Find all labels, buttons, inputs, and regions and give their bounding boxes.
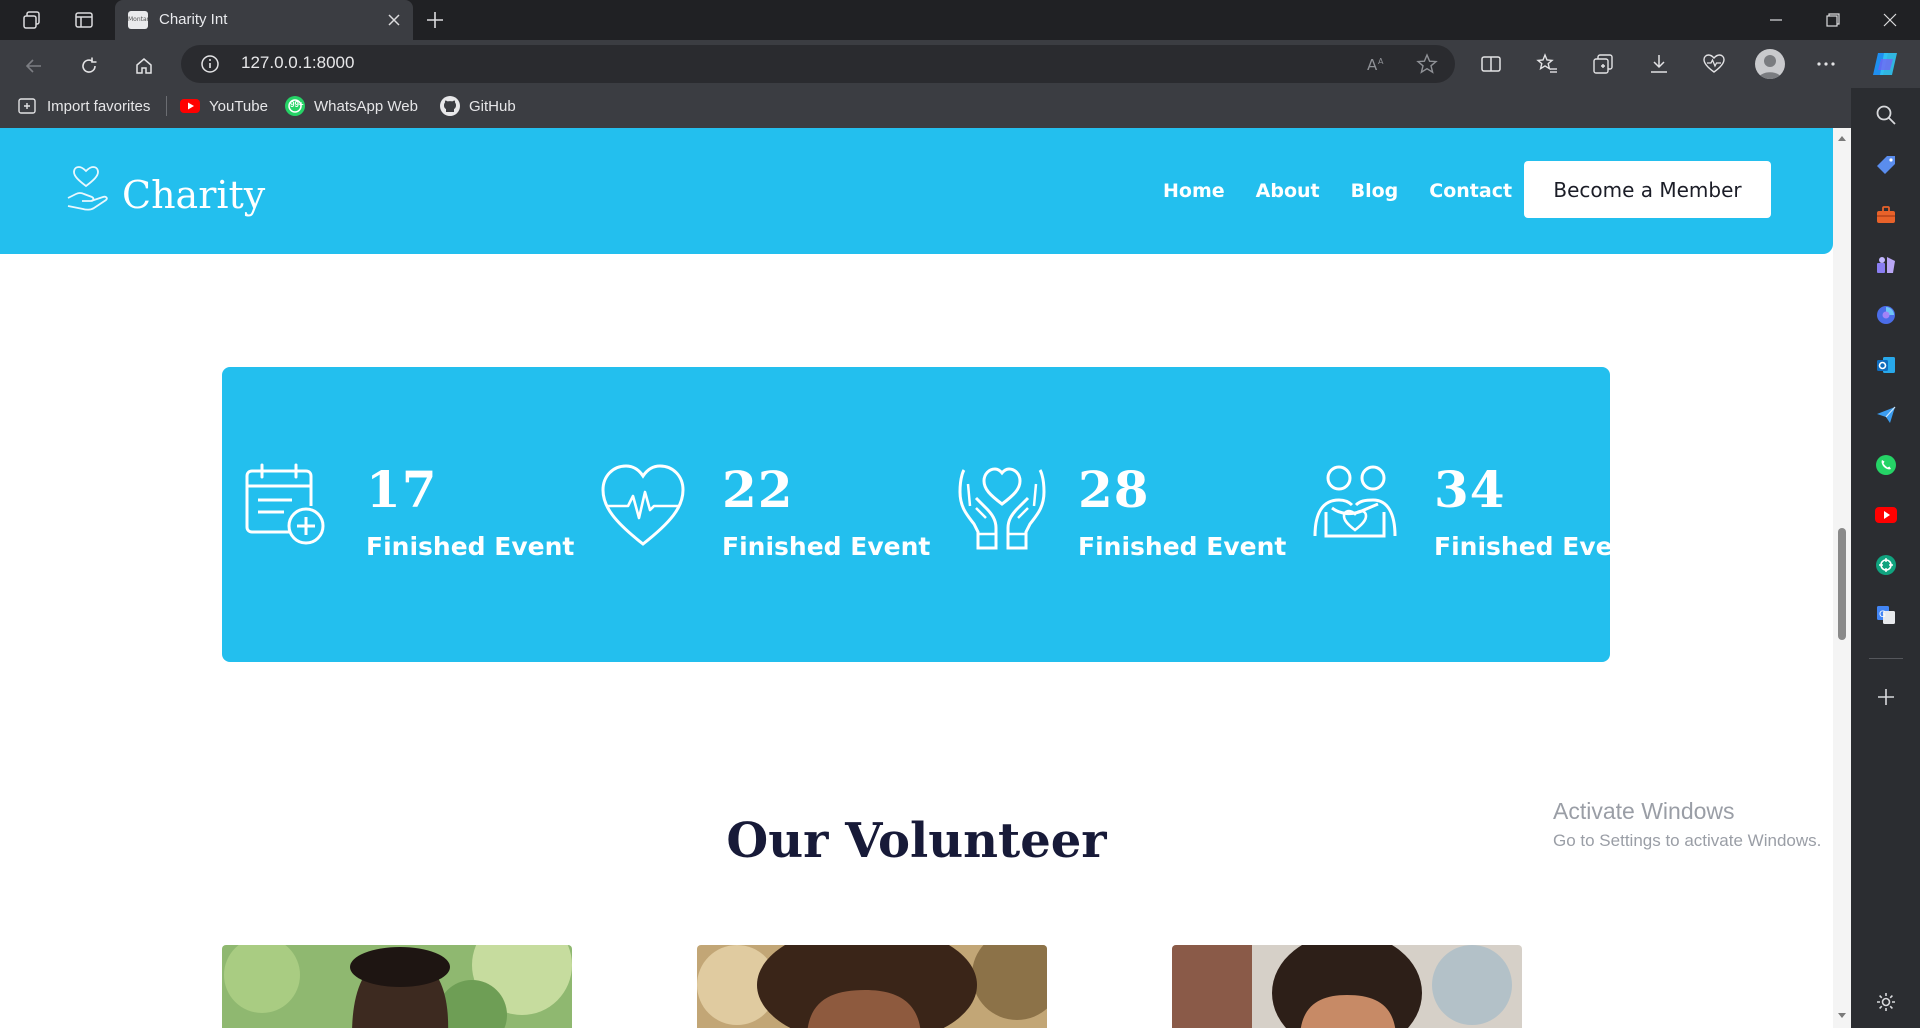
stat-value: 34 — [1434, 460, 1506, 519]
copilot-icon[interactable] — [1870, 50, 1900, 83]
page-scrollbar[interactable] — [1833, 128, 1851, 1028]
sidebar-divider — [1869, 658, 1903, 659]
people-heart-icon — [1313, 465, 1397, 538]
nav-about[interactable]: About — [1256, 180, 1320, 202]
translate-icon[interactable]: G — [1873, 602, 1899, 628]
whatsapp-icon: 99+ — [284, 95, 306, 117]
minimize-icon[interactable] — [1748, 0, 1804, 40]
games-icon[interactable] — [1873, 252, 1899, 278]
notification-badge: 99+ — [290, 100, 304, 109]
new-tab-icon[interactable] — [420, 6, 450, 34]
watermark-title: Activate Windows — [1553, 798, 1735, 824]
workspaces-icon[interactable] — [17, 6, 47, 34]
more-options-icon[interactable] — [1815, 53, 1837, 80]
bookmark-import-favorites[interactable]: Import favorites — [17, 95, 150, 117]
main-nav: Home About Blog Contact — [1163, 180, 1512, 202]
stat-value: 28 — [1078, 460, 1150, 519]
site-logo[interactable]: Charity — [66, 164, 265, 214]
our-volunteer-title: Our Volunteer — [726, 813, 1107, 869]
stat-label: Finished Event — [722, 532, 931, 561]
downloads-icon[interactable] — [1648, 53, 1670, 80]
stat-label: Finished Event — [1434, 532, 1643, 561]
volunteer-photo-3[interactable] — [1172, 945, 1522, 1028]
scrollbar-thumb[interactable] — [1838, 528, 1846, 640]
hand-heart-logo-icon — [67, 166, 108, 211]
svg-text:A: A — [1367, 56, 1378, 74]
back-icon[interactable] — [16, 48, 52, 84]
scroll-up-icon[interactable] — [1837, 134, 1847, 142]
shopping-tag-icon[interactable] — [1873, 152, 1899, 178]
split-screen-icon[interactable] — [1480, 53, 1502, 80]
site-info-icon[interactable] — [200, 54, 220, 79]
bookmark-github[interactable]: GitHub — [439, 95, 516, 117]
collections-icon[interactable] — [1592, 53, 1614, 80]
tab-charity-int[interactable]: Montana Charity Int — [115, 0, 413, 40]
youtube-sidebar-icon[interactable] — [1873, 502, 1899, 528]
bookmark-label: YouTube — [209, 97, 268, 115]
sidebar-settings-icon[interactable] — [1873, 989, 1899, 1015]
nav-home[interactable]: Home — [1163, 180, 1225, 202]
bookmark-divider — [166, 96, 167, 116]
stats-panel: 17 Finished Event 22 Finished Event 28 F… — [222, 367, 1642, 662]
tab-title: Charity Int — [159, 11, 228, 28]
send-icon[interactable] — [1873, 402, 1899, 428]
heart-pulse-icon — [601, 464, 685, 546]
stat-label: Finished Event — [366, 532, 575, 561]
chatgpt-icon[interactable] — [1873, 552, 1899, 578]
profile-avatar[interactable] — [1755, 49, 1785, 79]
tools-briefcase-icon[interactable] — [1873, 202, 1899, 228]
home-icon[interactable] — [126, 48, 162, 84]
stat-value: 17 — [366, 460, 438, 519]
restore-icon[interactable] — [1805, 0, 1861, 40]
stat-item: 22 Finished Event — [600, 460, 960, 572]
stat-item: 34 Finished Event — [1312, 460, 1672, 572]
close-window-icon[interactable] — [1862, 0, 1918, 40]
page-viewport: Charity Home About Blog Contact Become a… — [0, 128, 1833, 1028]
nav-blog[interactable]: Blog — [1351, 180, 1399, 202]
stat-label: Finished Event — [1078, 532, 1287, 561]
address-bar[interactable] — [181, 45, 1455, 83]
site-header: Charity Home About Blog Contact Become a… — [0, 128, 1833, 254]
reload-icon[interactable] — [71, 48, 107, 84]
search-icon[interactable] — [1873, 102, 1899, 128]
activate-windows-watermark: Activate Windows Go to Settings to activ… — [1553, 798, 1821, 851]
copilot-sidebar-icon[interactable] — [1873, 302, 1899, 328]
close-tab-icon[interactable] — [383, 9, 405, 31]
hands-heart-icon — [958, 467, 1046, 550]
youtube-icon — [180, 99, 200, 113]
bookmark-label: WhatsApp Web — [314, 97, 418, 115]
read-aloud-icon[interactable]: AA — [1366, 54, 1388, 79]
browser-sidebar: G — [1851, 88, 1920, 1028]
svg-text:G: G — [1879, 610, 1886, 620]
url-text[interactable]: 127.0.0.1:8000 — [241, 53, 354, 73]
volunteer-photo-1[interactable] — [222, 945, 572, 1028]
stat-item: 17 Finished Event — [244, 460, 604, 572]
bookmark-youtube[interactable]: YouTube — [179, 95, 268, 117]
nav-contact[interactable]: Contact — [1429, 180, 1512, 202]
logo-text: Charity — [122, 173, 266, 217]
browser-tab-bar: Montana Charity Int — [0, 0, 1920, 40]
add-favorite-icon[interactable] — [1416, 53, 1438, 80]
tab-actions-icon[interactable] — [69, 6, 99, 34]
favicon: Montana — [128, 11, 148, 29]
scroll-down-icon[interactable] — [1837, 1012, 1847, 1020]
become-member-button[interactable]: Become a Member — [1524, 161, 1771, 218]
whatsapp-sidebar-icon[interactable] — [1873, 452, 1899, 478]
watermark-subtitle: Go to Settings to activate Windows. — [1553, 831, 1822, 850]
outlook-icon[interactable] — [1873, 352, 1899, 378]
svg-text:A: A — [1378, 57, 1384, 66]
import-icon — [18, 98, 36, 114]
github-icon — [440, 96, 460, 116]
bookmark-whatsapp-web[interactable]: 99+ WhatsApp Web — [284, 95, 418, 117]
add-sidebar-app-icon[interactable] — [1873, 684, 1899, 710]
favorites-icon[interactable] — [1536, 53, 1558, 80]
bookmark-label: Import favorites — [47, 97, 151, 115]
browser-essentials-icon[interactable] — [1702, 53, 1726, 80]
volunteer-photo-2[interactable] — [697, 945, 1047, 1028]
calendar-add-icon — [245, 463, 325, 545]
stat-value: 22 — [722, 460, 794, 519]
stat-item: 28 Finished Event — [956, 460, 1316, 572]
bookmark-label: GitHub — [469, 97, 516, 115]
